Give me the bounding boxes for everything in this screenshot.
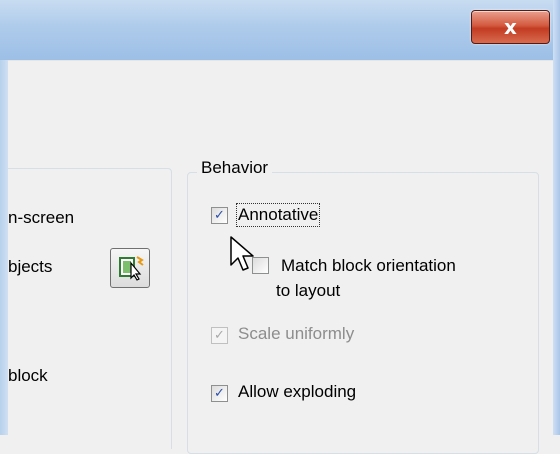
pick-objects-button[interactable] — [110, 248, 150, 288]
window-frame-left — [0, 60, 8, 435]
close-icon: x — [504, 15, 517, 39]
allow-exploding-label[interactable]: Allow exploding — [238, 382, 356, 402]
annotative-label[interactable]: Annotative — [235, 203, 321, 227]
match-orientation-label-line1[interactable]: Match block orientation — [281, 256, 456, 276]
separator — [8, 60, 553, 61]
behavior-group-title: Behavior — [197, 158, 273, 178]
block-label: block — [8, 366, 48, 385]
pick-objects-icon — [119, 256, 144, 281]
mouse-pointer-icon — [230, 236, 254, 271]
match-orientation-label-line2[interactable]: to layout — [276, 281, 340, 301]
select-objects-label: bjects — [8, 257, 53, 276]
allow-exploding-checkbox[interactable]: ✓ — [211, 385, 228, 402]
on-screen-label: n-screen — [8, 208, 75, 227]
scale-uniformly-checkbox[interactable]: ✓ — [211, 327, 228, 344]
annotative-checkbox[interactable]: ✓ — [211, 207, 228, 224]
close-button[interactable]: x — [471, 10, 550, 44]
window-frame-right — [553, 0, 560, 435]
scale-uniformly-label[interactable]: Scale uniformly — [238, 324, 354, 344]
